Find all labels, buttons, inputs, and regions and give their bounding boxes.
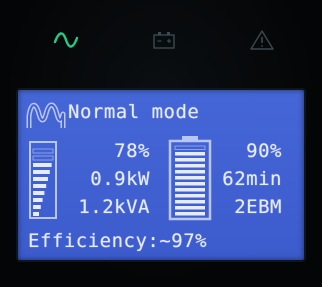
battery-gauge-segment — [175, 182, 205, 186]
load-gauge-segment — [32, 155, 54, 161]
battery-gauge-segment — [174, 145, 206, 150]
battery-gauge-segment — [175, 152, 205, 156]
apparent-power: 1.2kVA — [78, 196, 150, 218]
load-gauge-segment — [33, 177, 48, 181]
load-percent: 78% — [114, 140, 150, 162]
output-power: 0.9kW — [90, 168, 150, 190]
lcd-screen: Normal mode 78% 0.9kW 1.2kVA 90% 62min 2… — [18, 90, 304, 260]
battery-gauge-segment — [175, 170, 205, 174]
load-gauge-segment — [33, 205, 41, 209]
battery-runtime: 62min — [222, 168, 282, 190]
load-gauge-segment — [32, 148, 54, 154]
battery-percent: 90% — [246, 140, 282, 162]
battery-modules: 2EBM — [234, 196, 282, 218]
load-gauge-segment — [33, 198, 43, 202]
load-gauge-segment — [33, 170, 50, 174]
battery-gauge-segment — [175, 188, 205, 192]
operating-mode: Normal mode — [68, 101, 200, 123]
battery-level-gauge — [168, 136, 212, 221]
battery-gauge-segment — [175, 176, 205, 180]
battery-icon — [150, 28, 178, 52]
load-gauge-segment — [33, 191, 45, 195]
load-level-gauge — [29, 141, 57, 219]
sine-wave-icon — [52, 28, 80, 52]
battery-gauge-segment — [175, 158, 205, 162]
efficiency-readout: Efficiency:~97% — [28, 230, 208, 252]
load-gauge-segment — [33, 212, 39, 216]
battery-gauge-segment — [175, 212, 205, 216]
sine-wave-icon — [26, 102, 66, 128]
warning-triangle-icon — [248, 28, 276, 52]
battery-gauge-segment — [175, 206, 205, 210]
battery-gauge-segment — [175, 194, 205, 198]
battery-gauge-segment — [175, 164, 205, 168]
ups-front-panel: Normal mode 78% 0.9kW 1.2kVA 90% 62min 2… — [0, 0, 322, 287]
load-gauge-segment — [33, 163, 52, 167]
battery-gauge-segment — [175, 200, 205, 204]
load-gauge-segment — [33, 184, 47, 188]
